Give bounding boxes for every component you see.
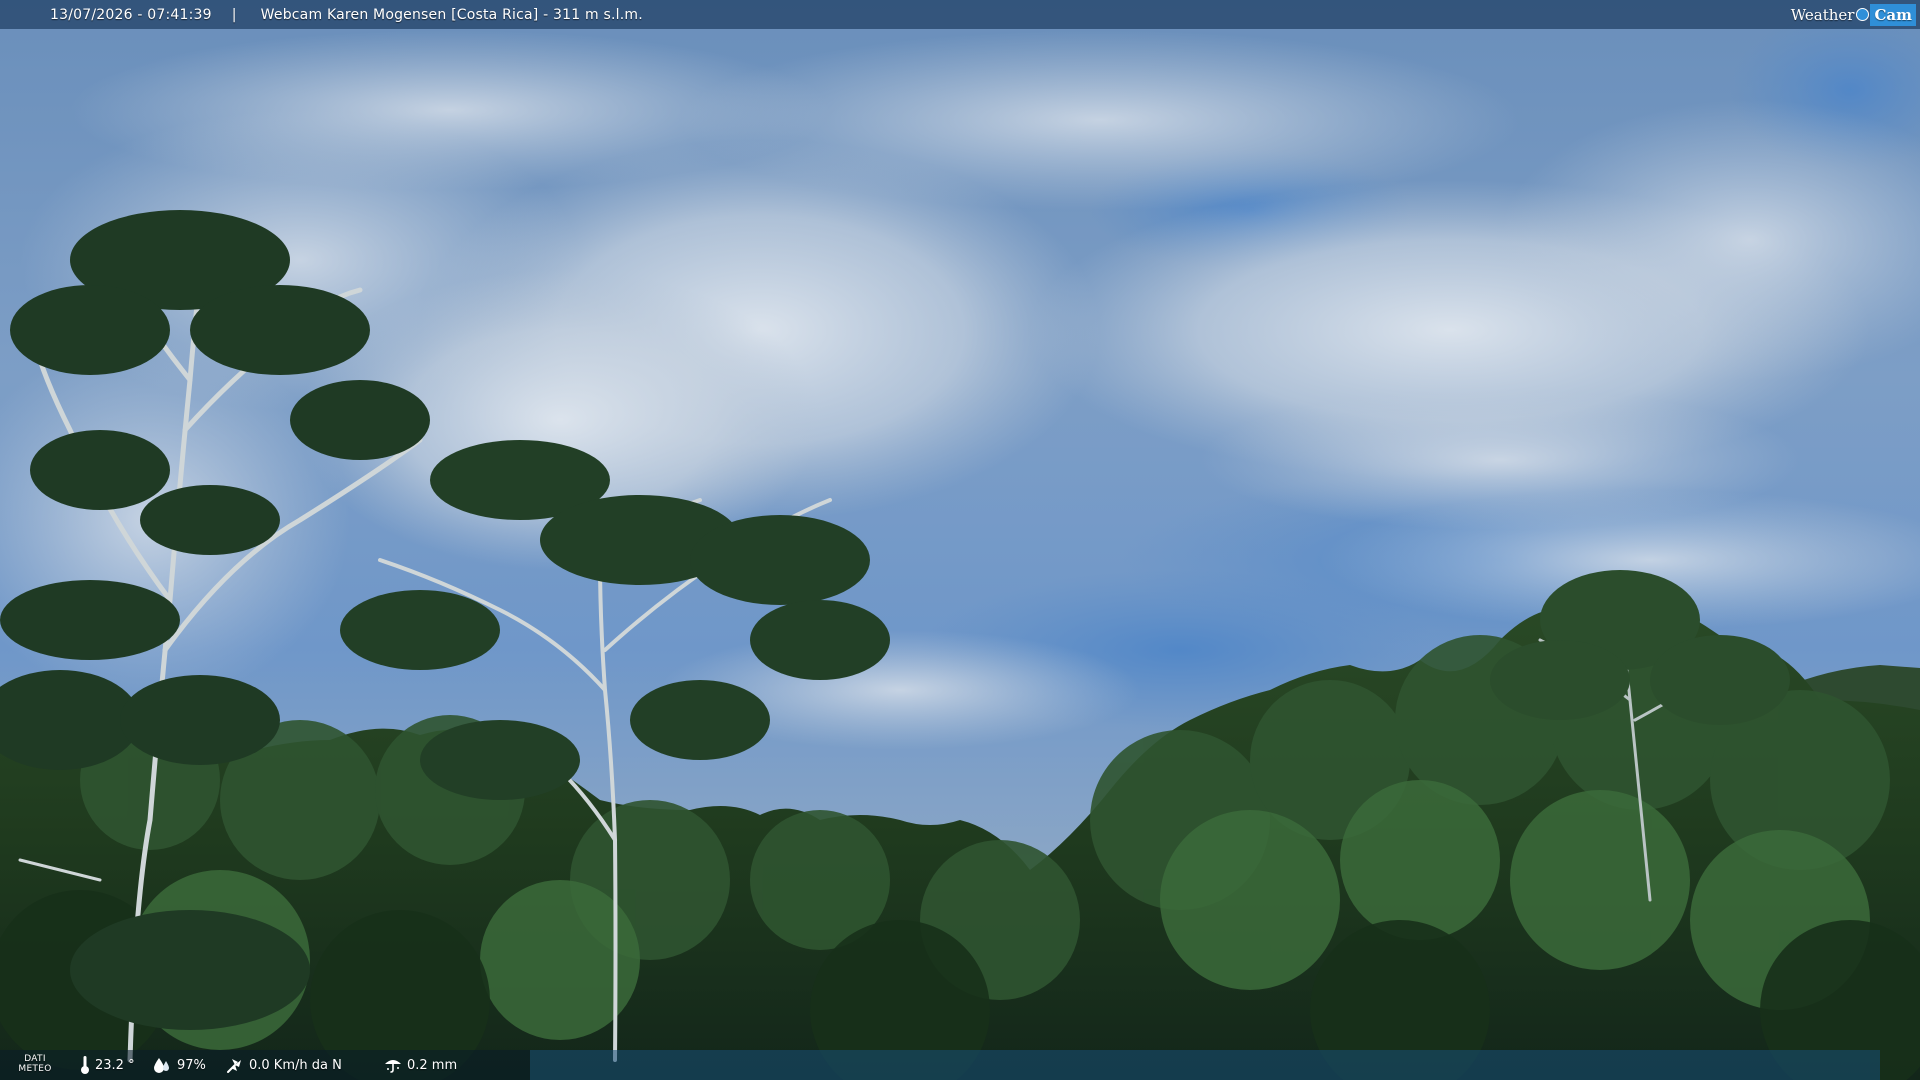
- meteo-data-bar: DATI METEO 23.2 ° 97% 0.0 Km/h da N 0.2 …: [0, 1050, 1920, 1080]
- temperature-readout: 23.2 °: [80, 1050, 135, 1080]
- rain-readout: 0.2 mm: [384, 1050, 457, 1080]
- meteo-label-line1: DATI: [24, 1054, 46, 1064]
- rain-value: 0.2 mm: [407, 1057, 458, 1073]
- wind-value: 0.0 Km/h da N: [249, 1057, 342, 1073]
- separator: |: [231, 6, 237, 23]
- meteo-label-line2: METEO: [18, 1064, 52, 1074]
- wind-readout: 0.0 Km/h da N: [226, 1050, 342, 1080]
- webcam-frame: 13/07/2026 - 07:41:39 | Webcam Karen Mog…: [0, 0, 1920, 1080]
- weathercam-logo: Weather Cam: [1791, 0, 1920, 29]
- logo-dot-icon: [1856, 8, 1870, 21]
- meteo-label: DATI METEO: [18, 1054, 52, 1074]
- humidity-icon: [154, 1058, 169, 1073]
- wind-icon: [227, 1059, 241, 1073]
- temperature-value: 23.2 °: [95, 1057, 135, 1073]
- logo-text-cam: Cam: [1870, 3, 1916, 26]
- logo-text-weather: Weather: [1790, 5, 1855, 24]
- webcam-image: [0, 0, 1920, 1080]
- humidity-value: 97%: [177, 1057, 206, 1073]
- top-info-bar: 13/07/2026 - 07:41:39 | Webcam Karen Mog…: [0, 0, 1920, 29]
- humidity-readout: 97%: [152, 1050, 206, 1080]
- meteo-strip-right: [530, 1050, 1880, 1080]
- webcam-title: Webcam Karen Mogensen [Costa Rica] - 311…: [260, 6, 643, 23]
- thermometer-icon: [81, 1056, 89, 1074]
- timestamp: 13/07/2026 - 07:41:39: [50, 6, 212, 23]
- rain-icon: [385, 1060, 401, 1073]
